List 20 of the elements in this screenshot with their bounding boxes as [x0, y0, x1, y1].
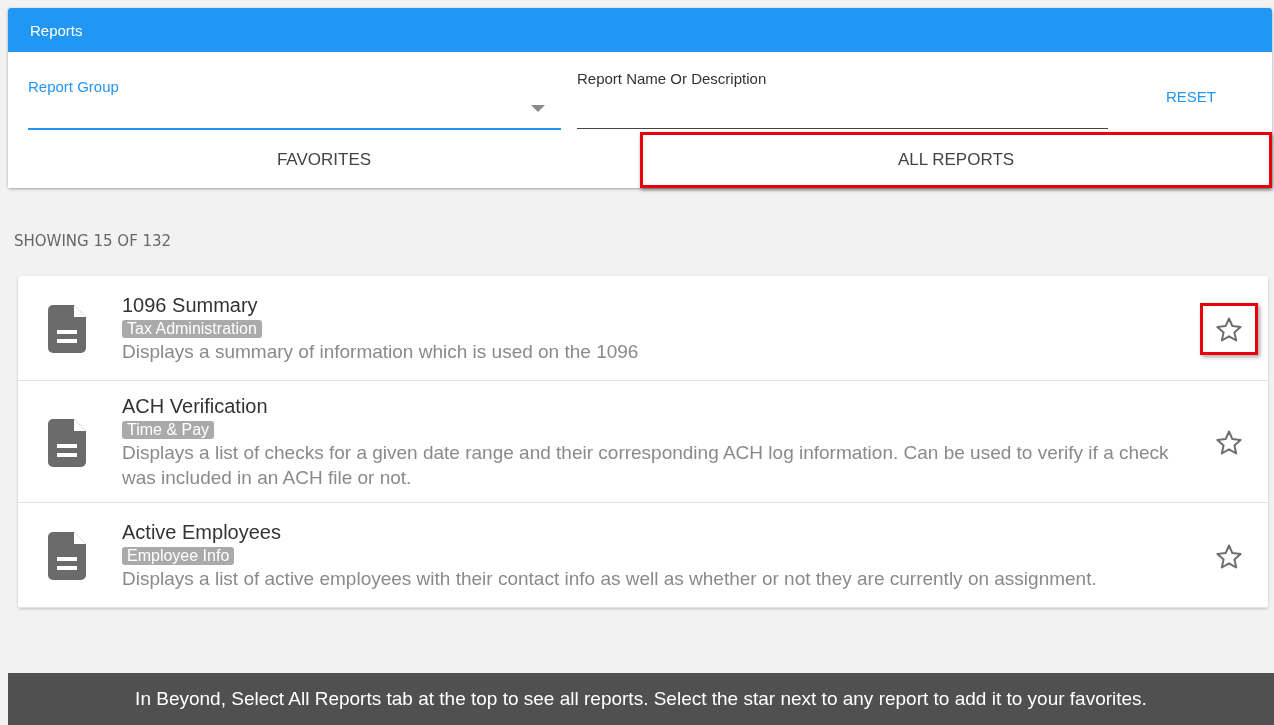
report-description: Displays a list of checks for a given date range and their corresponding ACH log information. Can be used to verify if a check was included in an ACH file or not. [122, 441, 1170, 490]
document-icon [48, 418, 86, 467]
report-name[interactable]: 1096 Summary [122, 294, 258, 317]
tab[interactable]: ALL REPORTS [640, 132, 1272, 188]
caret-icon [531, 105, 545, 112]
report-description: Displays a summary of information which is used on the 1096 [122, 340, 639, 364]
report-name[interactable]: Active Employees [122, 521, 281, 544]
category-tag: Employee Info [122, 547, 235, 565]
search-field[interactable]: Report Name Or Description [577, 68, 1108, 129]
report-name[interactable]: ACH Verification [122, 395, 268, 418]
category-tag: Time & Pay [122, 421, 215, 439]
tab[interactable]: FAVORITES [8, 132, 640, 188]
favorite-button[interactable] [1200, 303, 1258, 355]
caption-text: In Beyond, Select All Reports tab at the top to see all reports. Select the star next to any report to add it to your favorites. [135, 688, 1147, 710]
category-tag: Tax Administration [122, 320, 262, 338]
document-icon [48, 532, 86, 580]
page-title: Reports [30, 21, 83, 39]
document-icon [48, 305, 86, 353]
report-description: Displays a list of active employees with their contact info as well as whether or not they are currently on assignment. [122, 567, 1097, 591]
result-count: SHOWING 15 OF 132 [14, 232, 173, 250]
